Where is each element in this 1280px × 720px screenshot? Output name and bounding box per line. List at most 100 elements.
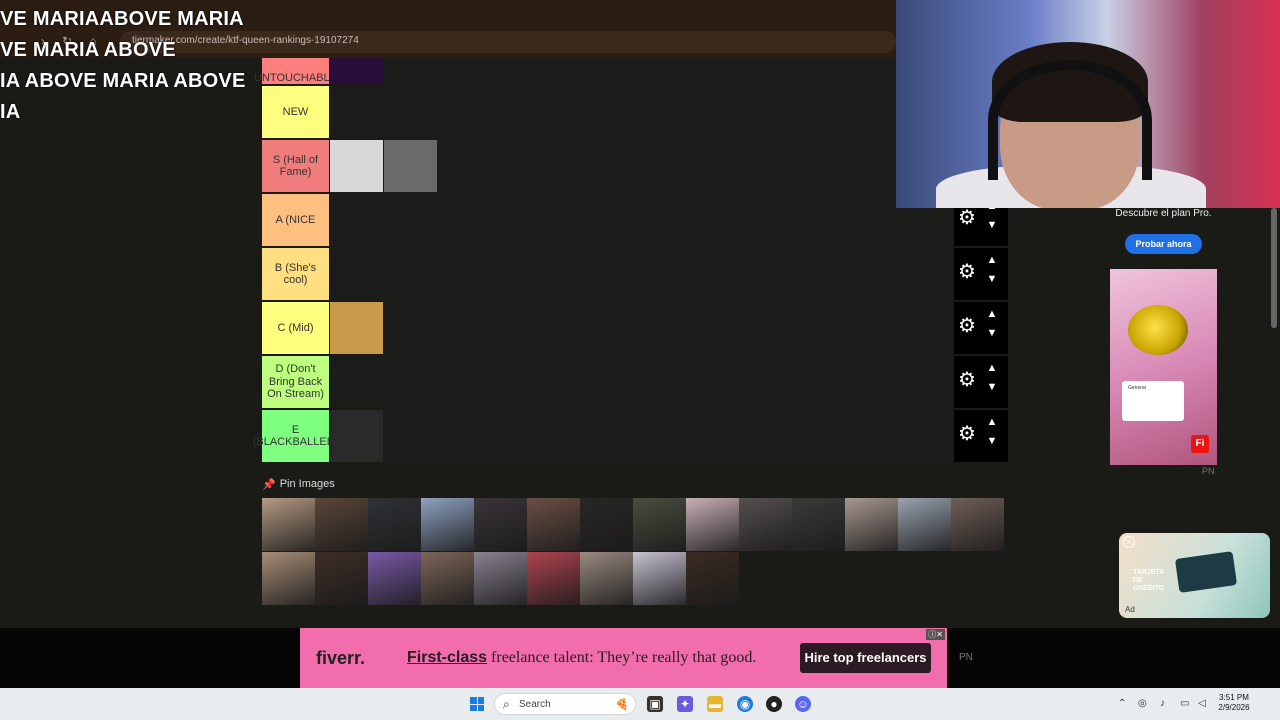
- chevron-down-icon[interactable]: ▼: [985, 273, 999, 285]
- chevron-down-icon[interactable]: ▼: [985, 381, 999, 393]
- pool-image[interactable]: [633, 552, 686, 605]
- file-explorer-icon[interactable]: ▬: [707, 696, 723, 712]
- tier-items[interactable]: [330, 410, 954, 462]
- pool-image[interactable]: [580, 498, 633, 551]
- tier-label[interactable]: C (Mid): [262, 302, 329, 354]
- microphone-icon[interactable]: ♪: [1160, 698, 1165, 709]
- tier-item-image[interactable]: [330, 140, 383, 192]
- ad-close-icon[interactable]: ⓘ✕: [926, 629, 945, 640]
- video-ad[interactable]: TARJETA DE CRÉDITO × Ad: [1119, 533, 1270, 618]
- tier-items[interactable]: [330, 248, 954, 300]
- gear-icon[interactable]: ⚙: [958, 316, 978, 336]
- tier-item-image[interactable]: [330, 410, 383, 462]
- chevron-up-icon[interactable]: ▲: [985, 254, 999, 266]
- volume-icon[interactable]: ◁: [1198, 698, 1206, 709]
- clock[interactable]: 3:51 PM 2/9/2026: [1214, 693, 1254, 713]
- tier-row: B (She's cool) ⚙ ▲ ▼: [262, 248, 1008, 302]
- pool-image[interactable]: [633, 498, 686, 551]
- pn-mark: PN: [1202, 466, 1215, 476]
- pool-image[interactable]: [474, 552, 527, 605]
- pool-image[interactable]: [686, 498, 739, 551]
- windows-start-icon[interactable]: [470, 697, 484, 711]
- pool-image[interactable]: [421, 552, 474, 605]
- webcam-overlay: [896, 0, 1280, 208]
- pool-image[interactable]: [368, 498, 421, 551]
- bee-illustration: [1128, 305, 1188, 355]
- tier-items[interactable]: [330, 86, 954, 138]
- pool-image[interactable]: [898, 498, 951, 551]
- tier-label[interactable]: B (She's cool): [262, 248, 329, 300]
- tier-row: C (Mid) ⚙ ▲ ▼: [262, 302, 1008, 356]
- close-icon[interactable]: ×: [1123, 536, 1135, 548]
- sidebar-ad[interactable]: Descubre el plan Pro. Probar ahora Gener…: [1110, 200, 1217, 465]
- tier-row: E (BLACKBALLED) ⚙ ▲ ▼: [253, 410, 1008, 464]
- home-icon[interactable]: ⌂: [86, 34, 100, 48]
- copilot-icon[interactable]: ✦: [677, 696, 693, 712]
- pizza-icon: 🍕: [615, 699, 629, 711]
- pool-image[interactable]: [527, 498, 580, 551]
- chevron-down-icon[interactable]: ▼: [985, 219, 999, 231]
- tier-items[interactable]: [330, 302, 954, 354]
- chrome-icon[interactable]: ◉: [737, 696, 753, 712]
- search-icon: ⌕: [503, 697, 510, 711]
- probar-ahora-button[interactable]: Probar ahora: [1125, 234, 1202, 254]
- tier-label[interactable]: UNTOUCHABLE: [254, 58, 337, 84]
- pool-image[interactable]: [262, 498, 315, 551]
- ad-card-text: Generar: [1128, 385, 1147, 391]
- obs-icon[interactable]: ●: [766, 696, 782, 712]
- banner-pn: PN: [959, 652, 973, 663]
- gear-icon[interactable]: ⚙: [958, 262, 978, 282]
- pool-image[interactable]: [315, 498, 368, 551]
- fiverr-banner[interactable]: fiverr. First-class freelance talent: Th…: [300, 628, 947, 688]
- pool-image[interactable]: [421, 498, 474, 551]
- task-view-icon[interactable]: ▣: [647, 696, 663, 712]
- gear-icon[interactable]: ⚙: [958, 208, 978, 228]
- url-text[interactable]: tiermaker.com/create/ktf-queen-rankings-…: [132, 35, 359, 46]
- taskbar-search[interactable]: ⌕ Search 🍕: [494, 693, 636, 715]
- tier-items[interactable]: [330, 356, 954, 408]
- pool-image[interactable]: [368, 552, 421, 605]
- gear-icon[interactable]: ⚙: [958, 424, 978, 444]
- banner-tagline: First-class freelance talent: They’re re…: [407, 649, 756, 667]
- pool-image[interactable]: [845, 498, 898, 551]
- chevron-up-icon[interactable]: ▲: [985, 362, 999, 374]
- discord-icon[interactable]: ☺: [795, 696, 811, 712]
- hire-freelancers-button[interactable]: Hire top freelancers: [800, 643, 931, 673]
- chevron-up-icon[interactable]: ▲: [985, 416, 999, 428]
- network-icon[interactable]: ▭: [1180, 698, 1189, 709]
- tier-label[interactable]: E (BLACKBALLED): [253, 410, 338, 462]
- tier-item-image[interactable]: [330, 302, 383, 354]
- pin-images-toggle[interactable]: 📌 Pin Images: [262, 476, 335, 492]
- pool-image[interactable]: [686, 552, 739, 605]
- forward-icon[interactable]: ›: [36, 34, 50, 48]
- gear-icon[interactable]: ⚙: [958, 370, 978, 390]
- chevron-down-icon[interactable]: ▼: [985, 327, 999, 339]
- tier-items[interactable]: [330, 140, 954, 192]
- pool-image[interactable]: [739, 498, 792, 551]
- tier-items[interactable]: [330, 194, 954, 246]
- pool-image[interactable]: [792, 498, 845, 551]
- scrollbar[interactable]: [1271, 208, 1277, 328]
- tier-item-image[interactable]: [330, 58, 383, 84]
- pool-image[interactable]: [474, 498, 527, 551]
- taskbar: ⌕ Search 🍕 ▣ ✦ ▬ ◉ ● ☺ ⌃ ◎ ♪ ▭ ◁ 3:51 PM…: [0, 688, 1280, 720]
- reload-icon[interactable]: ↻: [60, 34, 74, 48]
- tray-app-icon[interactable]: ◎: [1138, 698, 1147, 709]
- tier-label[interactable]: S (Hall of Fame): [262, 140, 329, 192]
- tier-label[interactable]: NEW: [262, 86, 329, 138]
- headset: [988, 60, 1152, 180]
- tier-label[interactable]: A (NICE: [262, 194, 329, 246]
- pool-image[interactable]: [580, 552, 633, 605]
- tier-row: D (Don't Bring Back On Stream) ⚙ ▲ ▼: [262, 356, 1008, 410]
- pool-image[interactable]: [262, 552, 315, 605]
- pin-images-label: Pin Images: [279, 478, 335, 490]
- chevron-up-icon[interactable]: ▲: [985, 308, 999, 320]
- chevron-down-icon[interactable]: ▼: [985, 435, 999, 447]
- pool-image[interactable]: [527, 552, 580, 605]
- tier-item-image[interactable]: [384, 140, 437, 192]
- tray-chevron-icon[interactable]: ⌃: [1118, 698, 1126, 709]
- pool-image[interactable]: [315, 552, 368, 605]
- tier-label[interactable]: D (Don't Bring Back On Stream): [262, 356, 329, 408]
- pool-image[interactable]: [951, 498, 1004, 551]
- ad-card: Generar: [1122, 381, 1184, 421]
